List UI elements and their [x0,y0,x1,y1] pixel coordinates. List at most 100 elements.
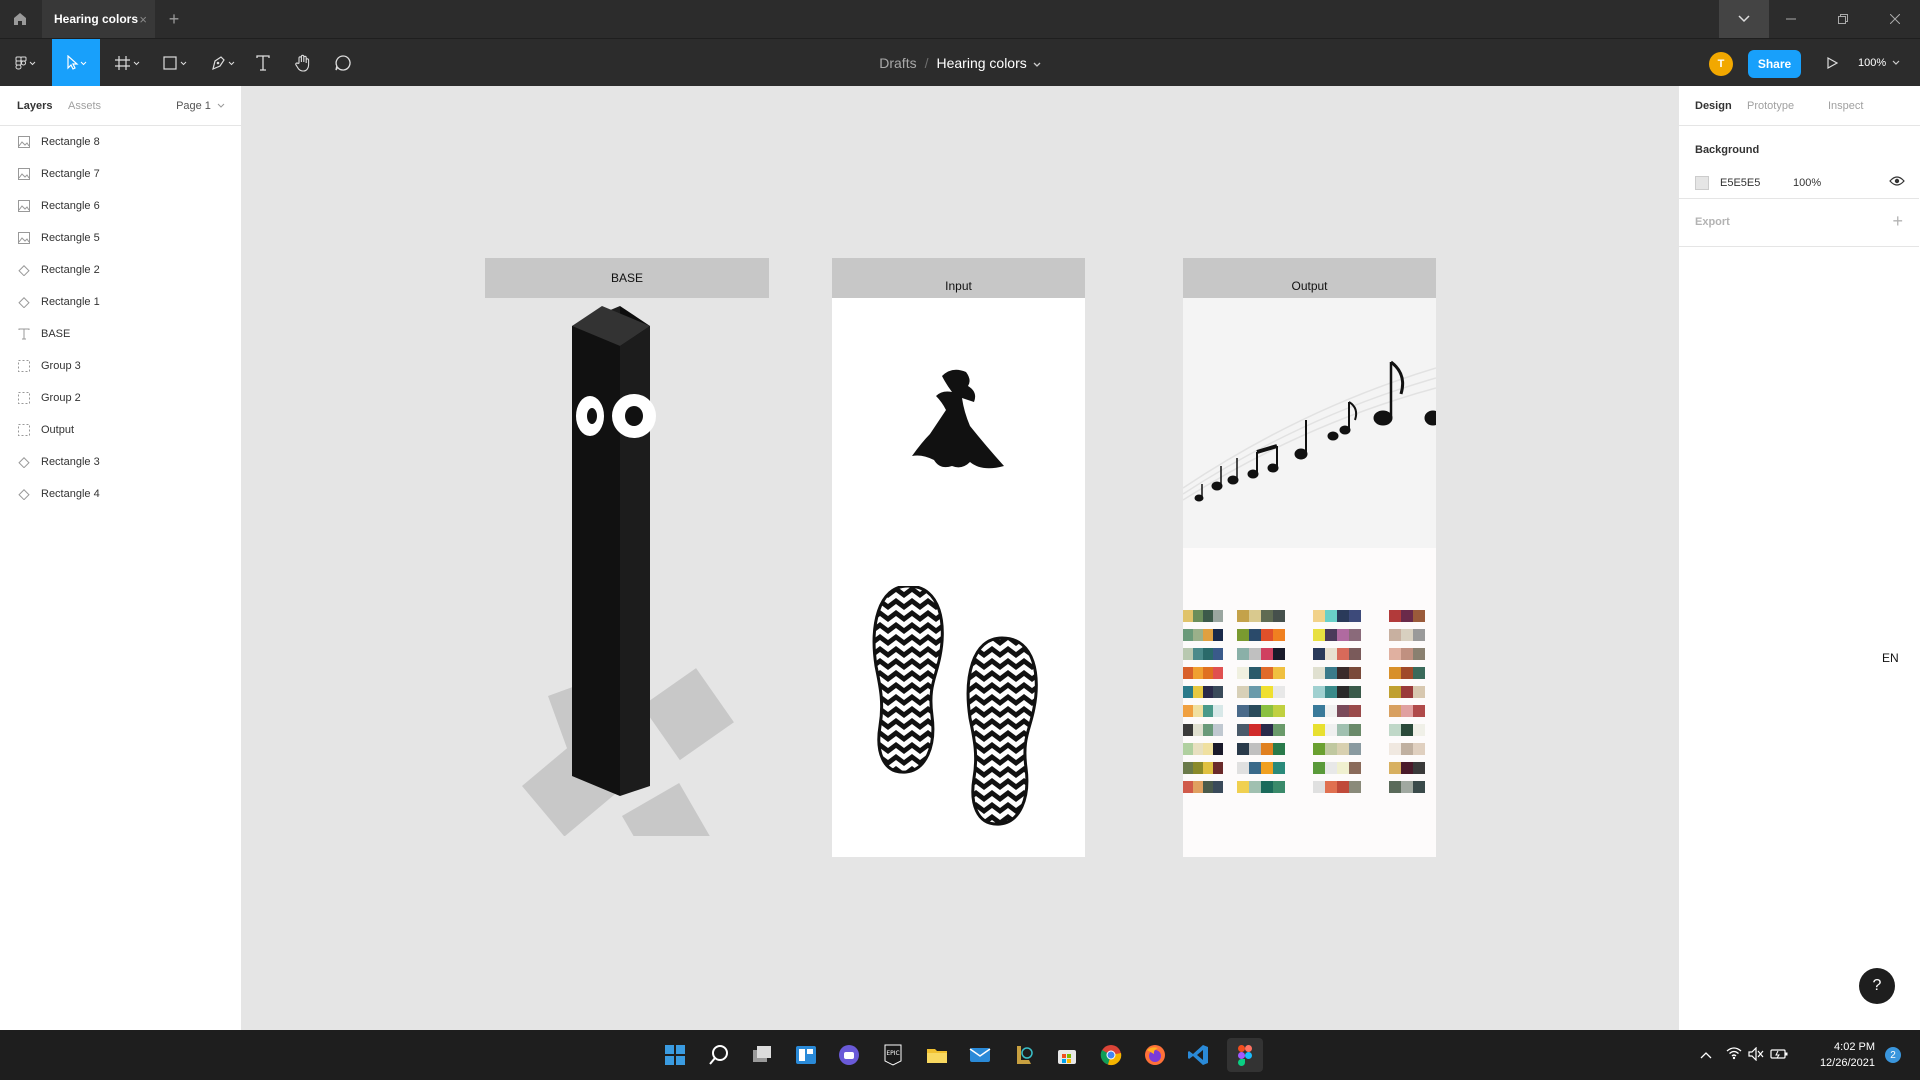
chevron-up-icon [1700,1052,1712,1059]
music-notes-illustration [1183,298,1436,548]
layer-item[interactable]: Rectangle 3 [0,446,240,478]
frame-icon [115,56,140,70]
base-frame-header[interactable]: BASE [485,258,769,298]
background-opacity-input[interactable]: 100% [1793,177,1821,189]
epic-games-icon[interactable]: EPIC [878,1040,908,1070]
layer-item[interactable]: Rectangle 7 [0,158,240,190]
color-swatch [1349,629,1361,641]
color-swatch [1249,743,1261,755]
chevron-down-icon [217,103,225,108]
move-tool-button[interactable] [52,39,100,87]
color-swatch [1261,686,1273,698]
color-swatch [1183,762,1193,774]
notification-badge[interactable]: 2 [1885,1047,1901,1063]
help-button[interactable]: ? [1859,968,1895,1004]
file-tab[interactable]: Hearing colors × [42,0,155,38]
pen-icon [212,56,235,71]
volume-muted-icon[interactable] [1748,1046,1764,1064]
mail-icon[interactable] [965,1040,995,1070]
store-icon[interactable] [1052,1040,1082,1070]
color-swatch [1413,648,1425,660]
file-menu-chevron[interactable] [1033,55,1041,71]
base-illustration[interactable] [512,296,752,836]
output-frame-header[interactable]: Output [1183,258,1436,298]
new-tab-button[interactable]: + [164,9,184,29]
text-tool-button[interactable] [250,39,276,87]
avatar[interactable]: T [1709,52,1733,76]
frame-tool-button[interactable] [110,39,146,87]
layer-item[interactable]: BASE [0,318,240,350]
input-frame[interactable] [832,298,1085,857]
vscode-icon[interactable] [1183,1040,1213,1070]
color-swatch [1337,762,1349,774]
layer-item[interactable]: Group 3 [0,350,240,382]
tab-inspect[interactable]: Inspect [1828,100,1863,112]
page-selector[interactable]: Page 1 [176,100,225,112]
color-swatch [1337,610,1349,622]
main-menu-button[interactable] [8,39,44,87]
background-color-swatch[interactable] [1695,176,1709,190]
file-name[interactable]: Hearing colors [936,55,1026,71]
widgets-icon[interactable] [791,1040,821,1070]
battery-icon[interactable] [1770,1048,1788,1063]
color-swatch [1313,648,1325,660]
color-swatch [1237,781,1249,793]
tab-layers[interactable]: Layers [17,100,52,112]
figma-icon[interactable] [1226,1038,1263,1072]
background-hex-input[interactable]: E5E5E5 [1720,177,1760,189]
color-swatch [1203,705,1213,717]
input-language-indicator[interactable]: EN [1874,647,1920,669]
file-explorer-icon[interactable] [922,1040,952,1070]
canvas[interactable]: BASE Input Output [242,86,1678,1030]
input-frame-header[interactable]: Input [832,258,1085,298]
color-swatch [1193,610,1203,622]
close-tab-icon[interactable]: × [139,12,147,27]
start-icon[interactable] [660,1040,690,1070]
close-window-button[interactable] [1872,0,1918,38]
tab-assets[interactable]: Assets [68,100,101,112]
tabs-dropdown-button[interactable] [1719,0,1769,38]
visibility-toggle[interactable] [1889,175,1905,190]
tab-design[interactable]: Design [1695,100,1732,112]
layer-item[interactable]: Rectangle 1 [0,286,240,318]
league-icon[interactable] [1009,1040,1039,1070]
color-swatch [1261,781,1273,793]
minimize-button[interactable] [1768,0,1814,38]
hand-tool-button[interactable] [290,39,316,87]
search-icon[interactable] [704,1040,734,1070]
color-swatch [1237,762,1249,774]
teams-chat-icon[interactable] [834,1040,864,1070]
chrome-icon[interactable] [1096,1040,1126,1070]
layer-item[interactable]: Rectangle 5 [0,222,240,254]
share-button[interactable]: Share [1748,50,1801,78]
layer-item[interactable]: Rectangle 8 [0,126,240,158]
wifi-icon[interactable] [1726,1046,1742,1063]
breadcrumb-drafts[interactable]: Drafts [879,55,916,71]
add-export-button[interactable]: + [1892,211,1903,232]
clock[interactable]: 4:02 PM 12/26/2021 [1815,1039,1875,1071]
tab-prototype[interactable]: Prototype [1747,100,1794,112]
restore-button[interactable] [1820,0,1866,38]
firefox-icon[interactable] [1140,1040,1170,1070]
color-swatch [1313,667,1325,679]
color-swatch [1237,724,1249,736]
color-swatch [1325,667,1337,679]
home-button[interactable] [0,0,40,38]
output-frame[interactable] [1183,298,1436,857]
pen-tool-button[interactable] [206,39,242,87]
color-swatch [1349,648,1361,660]
shape-tool-button[interactable] [158,39,194,87]
layer-item[interactable]: Group 2 [0,382,240,414]
layer-item[interactable]: Rectangle 6 [0,190,240,222]
task-view-icon[interactable] [747,1040,777,1070]
comment-tool-button[interactable] [330,39,356,87]
layer-item[interactable]: Rectangle 4 [0,478,240,510]
zoom-level: 100% [1858,57,1887,69]
layer-item[interactable]: Rectangle 2 [0,254,240,286]
zoom-control[interactable]: 100% [1858,39,1900,87]
color-swatch [1389,648,1401,660]
show-hidden-icons-button[interactable] [1700,1048,1712,1062]
layer-name: Rectangle 3 [41,456,100,468]
present-button[interactable] [1820,51,1844,75]
layer-item[interactable]: Output [0,414,240,446]
